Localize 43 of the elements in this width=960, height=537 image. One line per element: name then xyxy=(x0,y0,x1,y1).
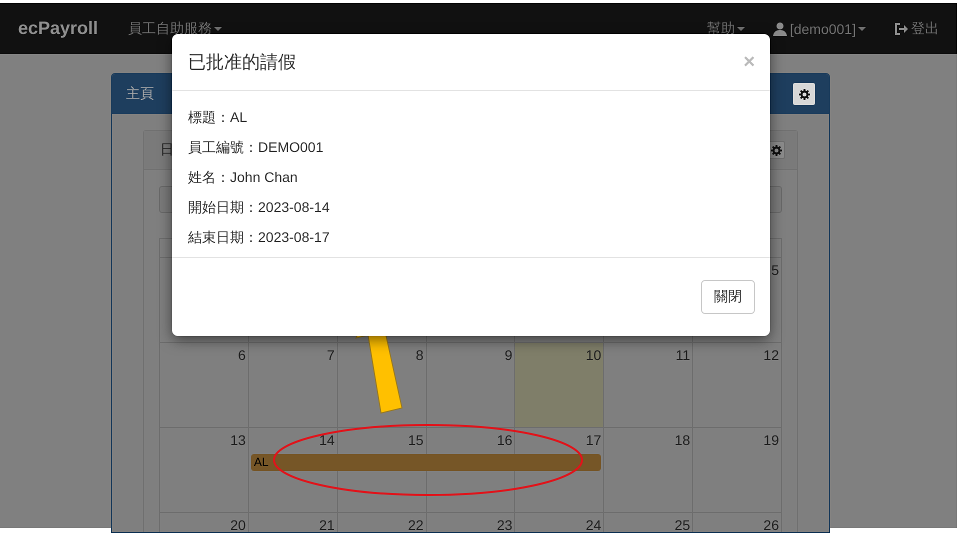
detail-line: 開始日期：2023-08-14 xyxy=(188,198,331,217)
settings-icon xyxy=(770,144,782,156)
day-number: 13 xyxy=(230,432,246,448)
day-number: 17 xyxy=(586,432,602,448)
day-number: 12 xyxy=(763,347,779,363)
calendar-panel-title: 日 xyxy=(160,141,174,159)
day-number: 11 xyxy=(676,347,690,363)
day-number: 19 xyxy=(763,432,779,448)
day-number: 20 xyxy=(230,517,246,532)
logout-icon xyxy=(894,22,908,36)
day-number: 15 xyxy=(408,432,424,448)
day-number: 14 xyxy=(319,432,335,448)
leave-event-segment[interactable]: AL xyxy=(250,454,338,471)
day-number: 22 xyxy=(408,517,424,532)
day-number: 8 xyxy=(416,347,424,363)
day-number: 5 xyxy=(771,262,779,278)
leave-event-segment[interactable] xyxy=(515,454,602,471)
logout-link[interactable]: 登出 xyxy=(894,20,939,38)
close-button[interactable]: 關閉 xyxy=(701,280,755,314)
day-number: 6 xyxy=(238,347,246,363)
day-number: 23 xyxy=(496,517,512,532)
day-number: 25 xyxy=(674,517,690,532)
settings-button[interactable] xyxy=(793,83,815,105)
user-menu[interactable]: [demo001] xyxy=(772,20,866,36)
detail-line: 員工編號：DEMO001 xyxy=(188,138,324,157)
day-number: 7 xyxy=(326,347,335,363)
detail-line: 姓名：John Chan xyxy=(188,168,299,187)
brand-logo[interactable]: ecPayroll xyxy=(18,18,98,39)
day-number: 26 xyxy=(763,517,779,532)
day-number: 18 xyxy=(674,432,690,448)
dialog-title: 已批准的請假 xyxy=(188,51,297,74)
event-label: AL xyxy=(254,455,269,469)
panel-title: 主頁 xyxy=(126,85,155,103)
detail-line: 結束日期：2023-08-17 xyxy=(188,228,331,247)
close-button[interactable]: × xyxy=(743,50,755,74)
day-number: 16 xyxy=(496,432,512,448)
settings-icon xyxy=(798,88,810,100)
user-icon xyxy=(772,22,787,36)
day-number: 9 xyxy=(504,347,512,363)
day-number: 10 xyxy=(586,347,602,363)
detail-line: 標題：AL xyxy=(188,108,248,127)
day-number: 24 xyxy=(586,517,602,532)
day-number: 21 xyxy=(319,517,335,532)
